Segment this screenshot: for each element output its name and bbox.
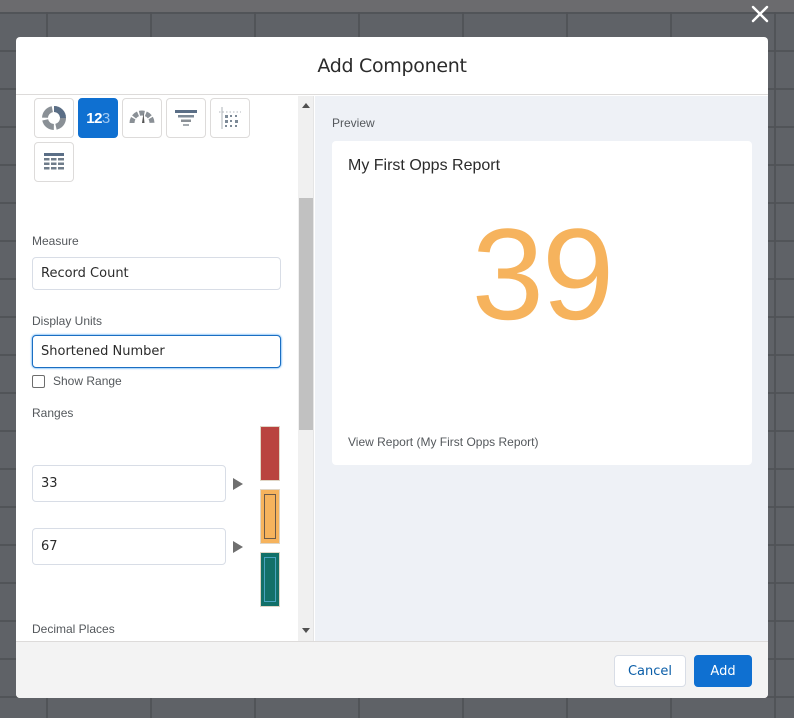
- close-x-icon[interactable]: [746, 0, 774, 28]
- ranges-label: Ranges: [32, 406, 74, 420]
- scroll-up-icon[interactable]: [302, 103, 310, 108]
- settings-scrollbar[interactable]: [298, 96, 314, 641]
- table-icon: [44, 153, 64, 170]
- chart-type-scatter[interactable]: [210, 98, 250, 138]
- settings-pane: 123 Measure Record Count Display Units S…: [16, 96, 298, 641]
- preview-label: Preview: [332, 116, 375, 130]
- measure-select[interactable]: Record Count: [32, 257, 281, 290]
- scatter-chart-icon: [219, 107, 241, 129]
- add-button[interactable]: Add: [694, 655, 752, 687]
- metric-value: 39: [471, 201, 615, 347]
- chart-type-table[interactable]: [34, 142, 74, 182]
- metric-123-icon: 123: [86, 110, 110, 127]
- funnel-chart-icon: [175, 110, 197, 126]
- metric-icon-digits: 12: [86, 109, 102, 127]
- add-component-dialog: Add Component 123 Measure Record Count D…: [16, 37, 768, 698]
- gauge-chart-icon: [129, 110, 155, 124]
- range-breakpoint-high-input[interactable]: 67: [32, 528, 226, 565]
- dialog-footer: Cancel Add: [16, 641, 768, 698]
- show-range-label: Show Range: [53, 374, 122, 388]
- range-color-mid-swatch[interactable]: [260, 489, 280, 544]
- scroll-thumb[interactable]: [299, 198, 313, 430]
- preview-pane: Preview My First Opps Report 39 View Rep…: [315, 96, 768, 641]
- preview-card: My First Opps Report 39 View Report (My …: [332, 141, 752, 465]
- swatch-inner-border: [264, 557, 276, 602]
- chart-type-picker: 123: [34, 98, 274, 182]
- scroll-down-icon[interactable]: [302, 628, 310, 633]
- chart-type-gauge[interactable]: [122, 98, 162, 138]
- range-arrow-low-icon[interactable]: [233, 478, 243, 490]
- chart-type-metric[interactable]: 123: [78, 98, 118, 138]
- swatch-selected-indicator: [264, 494, 276, 539]
- metric-icon-dim-digit: 3: [101, 109, 110, 127]
- donut-chart-icon: [42, 106, 66, 130]
- cancel-button[interactable]: Cancel: [614, 655, 686, 687]
- card-title: My First Opps Report: [348, 157, 501, 174]
- view-report-link[interactable]: View Report (My First Opps Report): [348, 435, 539, 449]
- range-color-low-swatch[interactable]: [260, 426, 280, 481]
- range-arrow-high-icon[interactable]: [233, 541, 243, 553]
- dialog-body: 123 Measure Record Count Display Units S…: [16, 96, 768, 641]
- dialog-header: Add Component: [16, 37, 768, 95]
- backdrop-header: [0, 0, 794, 12]
- display-units-label: Display Units: [32, 314, 103, 328]
- display-units-select[interactable]: Shortened Number: [32, 335, 281, 368]
- measure-label: Measure: [32, 234, 79, 248]
- chart-type-donut[interactable]: [34, 98, 74, 138]
- show-range-checkbox[interactable]: [32, 375, 45, 388]
- dialog-title: Add Component: [317, 54, 467, 77]
- chart-type-funnel[interactable]: [166, 98, 206, 138]
- range-breakpoint-low-input[interactable]: 33: [32, 465, 226, 502]
- range-color-high-swatch[interactable]: [260, 552, 280, 607]
- decimal-places-label: Decimal Places: [32, 622, 115, 636]
